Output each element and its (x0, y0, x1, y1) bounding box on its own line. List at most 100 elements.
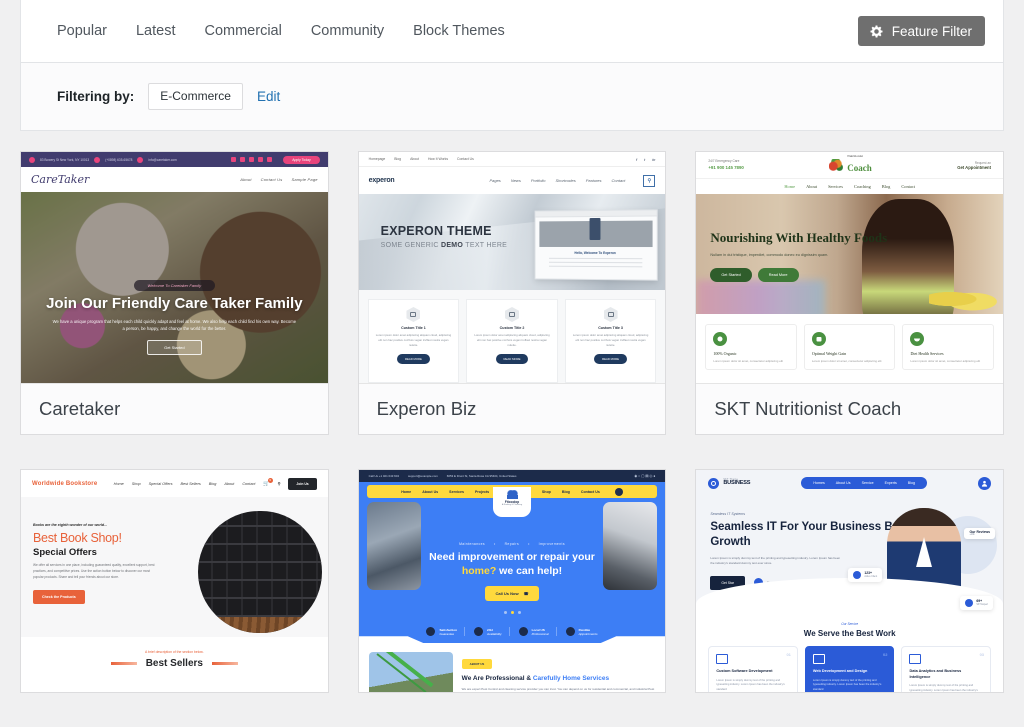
theme-card-handyman[interactable]: Call Us +1 401 043 604 support@example.c… (357, 469, 667, 693)
itbusiness-services-heading: We Serve the Best Work (803, 629, 896, 638)
theme-screenshot-bookstore: Worldwide Bookstore Home Shop Special Off… (21, 470, 328, 692)
tab-community[interactable]: Community (311, 18, 384, 45)
active-filters-bar: Filtering by: E-Commerce Edit (21, 63, 1003, 130)
theme-row-2: Worldwide Bookstore Home Shop Special Off… (20, 469, 1005, 693)
edit-filters-link[interactable]: Edit (257, 89, 280, 104)
nutritionist-heading: Nourishing With Healthy Foods (710, 230, 888, 245)
experon-laptop-mockup: Hello, Welcome To Experon (534, 209, 659, 281)
caretaker-hero-badge: Welcome To Caretaker Family (133, 280, 216, 291)
itbusiness-chip-reviews: Our Reviews +10k (964, 528, 996, 540)
experon-nav: experon Pages News Portfolio Shortcodes Fe… (358, 166, 666, 194)
theme-title-experon-biz: Experon Biz (358, 383, 666, 434)
bowl-icon (910, 332, 925, 346)
bookstore-logo: Worldwide Bookstore (32, 480, 98, 487)
caretaker-logo: CareTaker (31, 173, 90, 186)
nutritionist-logo: Nutritionist Coach (829, 154, 872, 174)
caretaker-address: 83 Bowery St New York, NY 10013 (40, 157, 90, 162)
nutritionist-feature: 100% Organic Lorem ipsum dolor sit amet,… (705, 324, 797, 370)
experon-menu: Pages News Portfolio Shortcodes Features Co… (489, 174, 656, 187)
social-icons (231, 157, 273, 162)
caretaker-phone: (+0898) 635-65678 (105, 157, 133, 162)
theme-screenshot-experon-biz: Homepage Blog About How It Works Contact… (358, 152, 666, 383)
tab-popular[interactable]: Popular (57, 18, 107, 45)
tab-block-themes[interactable]: Block Themes (413, 18, 505, 45)
nutritionist-hero: Nourishing With Healthy Foods Nullam in … (696, 194, 1004, 314)
theme-filter-tabs: Popular Latest Commercial Community Bloc… (21, 0, 1003, 63)
bookshelf-image (197, 511, 322, 633)
theme-title-caretaker: Caretaker (21, 383, 328, 434)
caretaker-email: info@caretaker.com (148, 157, 177, 162)
theme-card-caretaker[interactable]: 83 Bowery St New York, NY 10013 (+0898) … (20, 151, 329, 435)
bookstore-nav: Worldwide Bookstore Home Shop Special Off… (21, 470, 328, 497)
tab-latest[interactable]: Latest (136, 18, 176, 45)
user-icon (978, 476, 991, 490)
nutritionist-feature: Diet Health Services Lorem ipsum dolor s… (902, 324, 995, 370)
theme-card-bookstore[interactable]: Worldwide Bookstore Home Shop Special Off… (20, 469, 329, 693)
phone-icon: ☎ (523, 591, 529, 597)
caretaker-hero-heading: Join Our Friendly Care Taker Family (46, 295, 303, 312)
theme-grid: 83 Bowery St New York, NY 10013 (+0898) … (20, 151, 1005, 727)
itbusiness-menu: Homes About Us Service Experts Blog (801, 477, 927, 489)
facebook-icon: f (635, 156, 638, 162)
nutritionist-emergency: 24/7 Emergency Care +91 900 145 7890 (708, 158, 744, 170)
search-icon: ⚲ (643, 174, 656, 187)
tab-commercial[interactable]: Commercial (204, 18, 281, 45)
itbusiness-logo: SKT Theme BUSINESS (708, 477, 751, 489)
nutritionist-topbar: 24/7 Emergency Care +91 900 145 7890 Nut… (696, 152, 1004, 178)
handyman-badge: Flexible Appointments (559, 627, 605, 637)
theme-card-it-business[interactable]: SKT Theme BUSINESS Homes About Us Service E… (695, 469, 1005, 693)
monitor-icon (505, 307, 520, 322)
clock-icon (474, 627, 484, 637)
monitor-icon (603, 307, 618, 322)
nutritionist-primary-button: Get Started (710, 267, 752, 282)
feature-filter-button[interactable]: Feature Filter (857, 16, 985, 46)
itbusiness-hero: Seamless IT Systems Seamless IT For Your… (696, 496, 1004, 620)
itbusiness-paragraph: Lorem Ipsum is simply dummy text of the … (710, 555, 841, 566)
theme-card-skt-nutritionist-coach[interactable]: 24/7 Emergency Care +91 900 145 7890 Nut… (695, 151, 1005, 435)
expert-icon (965, 599, 974, 607)
itbusiness-services: Our Service We Serve the Best Work 01 Cu… (696, 620, 1004, 692)
search-icon (614, 487, 623, 496)
caretaker-nav: CareTaker About Contact Us Sample Page (21, 167, 328, 192)
caretaker-hero-button: Get Started (147, 340, 202, 356)
handyman-about-image: Know More About Us (368, 652, 453, 692)
experon-feature-cards: Custom Title 1 Lorem ipsum dolor amet ad… (358, 290, 666, 383)
itbusiness-chip-clients: 123+ Active Client (848, 568, 883, 582)
bookstore-join-button: Join Us (288, 477, 317, 490)
nutritionist-secondary-button: Read More (757, 267, 799, 282)
experon-topbar: Homepage Blog About How It Works Contact… (358, 152, 666, 166)
bookstore-menu: Home Shop Special Offers Best Sellers Blog… (114, 477, 317, 490)
itbusiness-kicker: Seamless IT Systems (710, 512, 746, 516)
calendar-icon (565, 627, 575, 637)
bookstore-section-title: Best Sellers (21, 658, 328, 669)
nutritionist-menu: Home About Services Coaching Blog Contac… (696, 178, 1004, 194)
mail-icon (137, 156, 144, 163)
banana-image (929, 286, 1000, 312)
caretaker-menu: About Contact Us Sample Page (240, 177, 318, 182)
theme-screenshot-it-business: SKT Theme BUSINESS Homes About Us Service E… (696, 470, 1004, 692)
cart-icon: 🛒 0 (263, 477, 273, 487)
bookstore-paragraph: We offer all services in one place, incl… (33, 563, 155, 579)
linkedin-icon: in (652, 156, 656, 162)
nutritionist-feature: Optimal Weight Gain Lorem ipsum dolor si… (803, 324, 896, 370)
filter-chip-ecommerce[interactable]: E-Commerce (148, 83, 243, 110)
monitor-copy-icon (716, 654, 729, 664)
experon-card: Custom Title 3 Lorem ipsum dolor amet ad… (564, 299, 657, 383)
itbusiness-services-kicker: Our Service (841, 622, 859, 626)
search-icon: ⚲ (277, 482, 281, 486)
theme-row-1: 83 Bowery St New York, NY 10013 (+0898) … (20, 151, 1005, 435)
caretaker-topbar: 83 Bowery St New York, NY 10013 (+0898) … (21, 152, 328, 167)
phone-icon (94, 156, 101, 163)
network-icon (909, 654, 922, 664)
badge-icon (426, 627, 436, 637)
bookstore-hero: Books are the eighth wonder of our world… (21, 497, 328, 637)
handyman-logo: Fitcoolop A Roofing & Plumbing (493, 487, 531, 517)
theme-card-experon-biz[interactable]: Homepage Blog About How It Works Contact… (357, 151, 667, 435)
caretaker-apply-button: Apply Today (283, 155, 320, 164)
caretaker-hero-paragraph: We have a unique program that helps each… (52, 318, 297, 331)
theme-title-skt-nutritionist-coach: SKT Nutritionist Coach (696, 383, 1004, 434)
handyman-badge: 24H Availability (467, 627, 510, 637)
browser-icon (812, 654, 825, 664)
handyman-about: Know More About Us ABOUT US We Are Profe… (358, 643, 666, 692)
leaf-badge-icon (713, 332, 728, 346)
